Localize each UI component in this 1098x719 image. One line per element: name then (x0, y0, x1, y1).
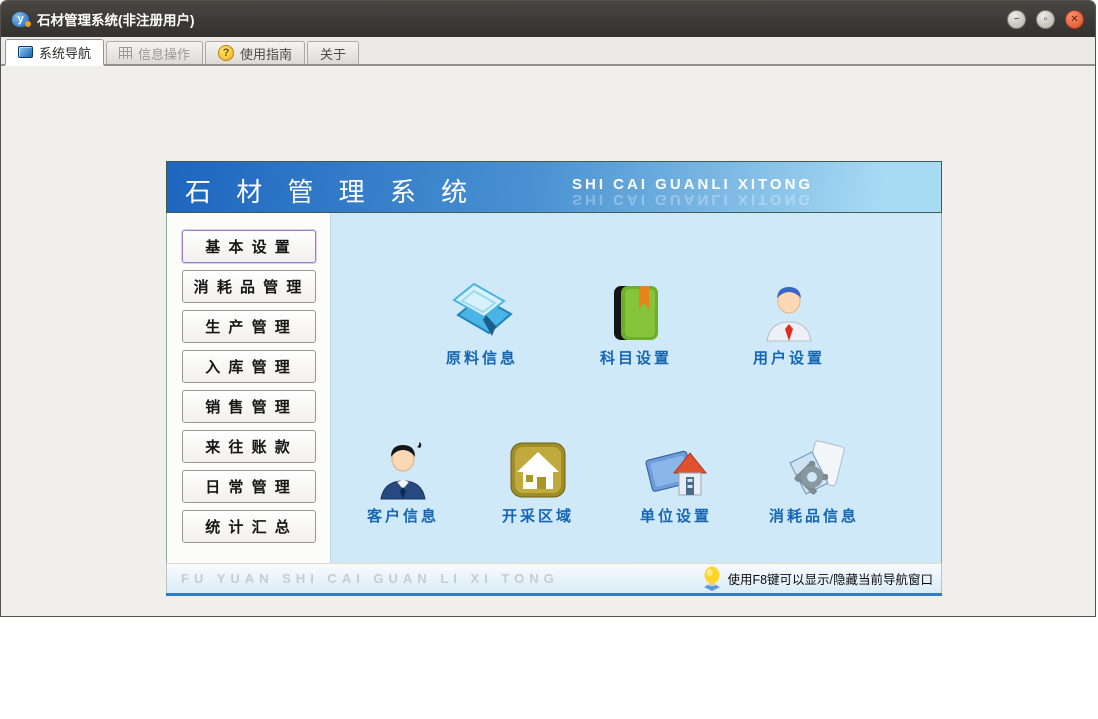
app-icon: y (12, 12, 29, 27)
sidebar-item-sales-mgmt[interactable]: 销 售 管 理 (182, 390, 316, 423)
banner-title-cn: 石 材 管 理 系 统 (185, 172, 476, 209)
grid-icon (119, 47, 132, 59)
tab-label: 关于 (320, 44, 346, 63)
help-icon: ? (218, 45, 234, 61)
unit-settings-icon (601, 431, 751, 501)
panel-footer: FU YUAN SHI CAI GUAN LI XI TONG 使用F8键可以显… (166, 563, 942, 593)
window-title: 石材管理系统(非注册用户) (37, 9, 195, 29)
tab-system-nav[interactable]: 系统导航 (5, 39, 104, 66)
module-mining-area[interactable]: 开采区域 (463, 431, 613, 526)
module-label: 原料信息 (407, 347, 557, 368)
panel-banner: 石 材 管 理 系 统 SHI CAI GUANLI XITONG SHI CA… (166, 161, 942, 213)
subject-book-icon (561, 273, 711, 343)
module-area: 原料信息 科目设置 (331, 213, 941, 563)
module-label: 开采区域 (463, 505, 613, 526)
footer-watermark: FU YUAN SHI CAI GUAN LI XI TONG (167, 571, 559, 586)
minimize-button[interactable]: − (1007, 10, 1026, 29)
sidebar-item-basic-settings[interactable]: 基 本 设 置 (182, 230, 316, 263)
module-unit-settings[interactable]: 单位设置 (601, 431, 751, 526)
app-window: y 石材管理系统(非注册用户) − ▫ ✕ 系统导航 信息操作 ? 使用指南 关… (0, 0, 1096, 617)
banner-title-en-reflection: SHI CAI GUANLI XITONG (572, 191, 813, 208)
user-settings-icon (714, 273, 864, 343)
sidebar-item-daily-mgmt[interactable]: 日 常 管 理 (182, 470, 316, 503)
customer-icon (328, 431, 478, 501)
module-user-settings[interactable]: 用户设置 (714, 273, 864, 368)
module-label: 客户信息 (328, 505, 478, 526)
mining-area-icon (463, 431, 613, 501)
sidebar-item-production-mgmt[interactable]: 生 产 管 理 (182, 310, 316, 343)
tab-user-guide[interactable]: ? 使用指南 (205, 41, 305, 64)
module-raw-material[interactable]: 原料信息 (407, 273, 557, 368)
tab-info-operation[interactable]: 信息操作 (106, 41, 203, 64)
module-customer-info[interactable]: 客户信息 (328, 431, 478, 526)
window-controls: − ▫ ✕ (1007, 10, 1084, 29)
raw-material-icon (407, 273, 557, 343)
module-label: 单位设置 (601, 505, 751, 526)
titlebar: y 石材管理系统(非注册用户) − ▫ ✕ (1, 1, 1095, 37)
category-sidebar: 基 本 设 置 消 耗 品 管 理 生 产 管 理 入 库 管 理 销 售 管 … (167, 213, 331, 563)
consumables-icon (739, 431, 889, 501)
tab-bar: 系统导航 信息操作 ? 使用指南 关于 (1, 37, 1095, 66)
module-label: 用户设置 (714, 347, 864, 368)
module-consumables-info[interactable]: 消耗品信息 (739, 431, 889, 526)
footer-tip-text: 使用F8键可以显示/隐藏当前导航窗口 (727, 569, 933, 588)
module-subject-settings[interactable]: 科目设置 (561, 273, 711, 368)
sidebar-item-warehouse-mgmt[interactable]: 入 库 管 理 (182, 350, 316, 383)
bulb-icon (701, 566, 723, 592)
panel-bottom-line (166, 593, 942, 596)
tab-about[interactable]: 关于 (307, 41, 359, 64)
sidebar-item-consumables-mgmt[interactable]: 消 耗 品 管 理 (182, 270, 316, 303)
maximize-button[interactable]: ▫ (1036, 10, 1055, 29)
module-label: 科目设置 (561, 347, 711, 368)
sidebar-item-accounts[interactable]: 来 往 账 款 (182, 430, 316, 463)
footer-tip: 使用F8键可以显示/隐藏当前导航窗口 (701, 566, 941, 592)
screen-icon (18, 46, 33, 58)
tab-label: 系统导航 (39, 43, 91, 62)
navigation-panel: 石 材 管 理 系 统 SHI CAI GUANLI XITONG SHI CA… (166, 161, 942, 596)
tab-label: 信息操作 (138, 44, 190, 63)
sidebar-item-statistics[interactable]: 统 计 汇 总 (182, 510, 316, 543)
module-label: 消耗品信息 (739, 505, 889, 526)
tab-label: 使用指南 (240, 44, 292, 63)
close-button[interactable]: ✕ (1065, 10, 1084, 29)
